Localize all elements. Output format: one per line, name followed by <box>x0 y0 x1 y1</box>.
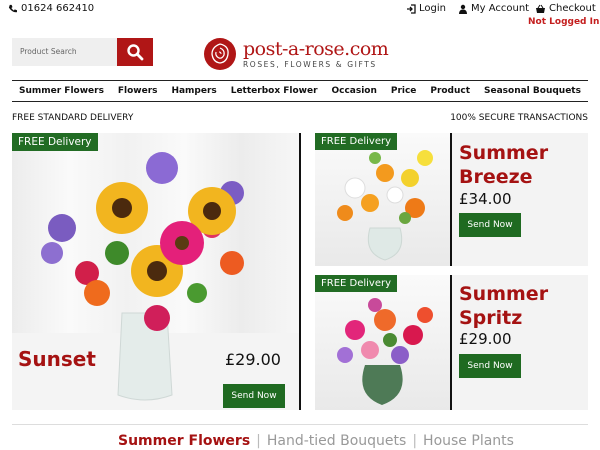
login-link[interactable]: Login <box>406 3 446 14</box>
tab-house-plants[interactable]: House Plants <box>423 433 514 449</box>
product-price: £34.00 <box>459 190 512 208</box>
product-card-sunset[interactable]: FREE Delivery Sunset £29.00 Send Now <box>12 133 299 410</box>
card-divider <box>450 133 452 266</box>
login-label: Login <box>419 3 446 14</box>
nav-item-occasion[interactable]: Occasion <box>331 86 376 96</box>
phone-number[interactable]: 01624 662410 <box>8 3 94 14</box>
product-image[interactable] <box>315 275 450 410</box>
logo-subtitle: ROSES, FLOWERS & GIFTS <box>243 59 377 69</box>
category-tabs: Summer Flowers | Hand-tied Bouquets | Ho… <box>118 433 514 449</box>
nav-item-flowers[interactable]: Flowers <box>118 86 158 96</box>
phone-icon <box>8 4 17 13</box>
tab-summer-flowers[interactable]: Summer Flowers <box>118 433 250 449</box>
nav-item-product[interactable]: Product <box>430 86 470 96</box>
free-delivery-badge: FREE Delivery <box>315 275 398 292</box>
product-price: £29.00 <box>225 350 281 369</box>
nav-item-seasonal-bouquets[interactable]: Seasonal Bouquets <box>484 86 581 96</box>
checkout-label: Checkout <box>549 3 596 14</box>
login-status: Not Logged In <box>528 17 600 27</box>
product-price: £29.00 <box>459 330 512 348</box>
search-icon <box>126 43 144 61</box>
tab-hand-tied-bouquets[interactable]: Hand-tied Bouquets <box>267 433 406 449</box>
nav-item-letterbox-flower[interactable]: Letterbox Flower <box>231 86 318 96</box>
send-now-button[interactable]: Send Now <box>223 384 285 408</box>
login-icon <box>406 3 416 14</box>
product-name[interactable]: Summer Spritz <box>459 282 579 330</box>
product-name[interactable]: Sunset <box>18 347 96 371</box>
free-delivery-badge: FREE Delivery <box>315 133 398 150</box>
section-divider <box>12 424 588 425</box>
tab-separator: | <box>256 433 261 449</box>
nav-item-price[interactable]: Price <box>391 86 417 96</box>
nav-item-hampers[interactable]: Hampers <box>171 86 216 96</box>
secure-transactions-notice: 100% SECURE TRANSACTIONS <box>450 113 588 123</box>
logo-text: post-a-rose.com ROSES, FLOWERS & GIFTS <box>243 37 389 69</box>
send-now-button[interactable]: Send Now <box>459 354 521 378</box>
send-now-button[interactable]: Send Now <box>459 213 521 237</box>
card-divider <box>299 133 301 410</box>
main-nav: Summer Flowers Flowers Hampers Letterbox… <box>12 80 588 102</box>
phone-text: 01624 662410 <box>21 3 95 14</box>
user-icon <box>458 4 468 14</box>
logo-title: post-a-rose.com <box>243 37 389 60</box>
nav-item-summer-flowers[interactable]: Summer Flowers <box>19 86 104 96</box>
my-account-label: My Account <box>471 3 530 14</box>
my-account-link[interactable]: My Account <box>458 3 529 14</box>
product-name[interactable]: Summer Breeze <box>459 141 579 189</box>
top-bar: 01624 662410 Login My Account Checkout N… <box>0 0 600 27</box>
search-input[interactable]: Product Search <box>12 38 117 66</box>
basket-icon <box>535 4 546 14</box>
site-logo[interactable]: post-a-rose.com ROSES, FLOWERS & GIFTS <box>203 36 413 72</box>
tab-separator: | <box>412 433 418 449</box>
rose-logo-icon <box>203 37 237 71</box>
product-image[interactable] <box>315 133 450 266</box>
free-delivery-badge: FREE Delivery <box>12 133 98 151</box>
search-button[interactable] <box>117 38 153 66</box>
checkout-link[interactable]: Checkout <box>535 3 596 14</box>
card-divider <box>450 275 452 410</box>
free-delivery-notice: FREE STANDARD DELIVERY <box>12 113 134 123</box>
